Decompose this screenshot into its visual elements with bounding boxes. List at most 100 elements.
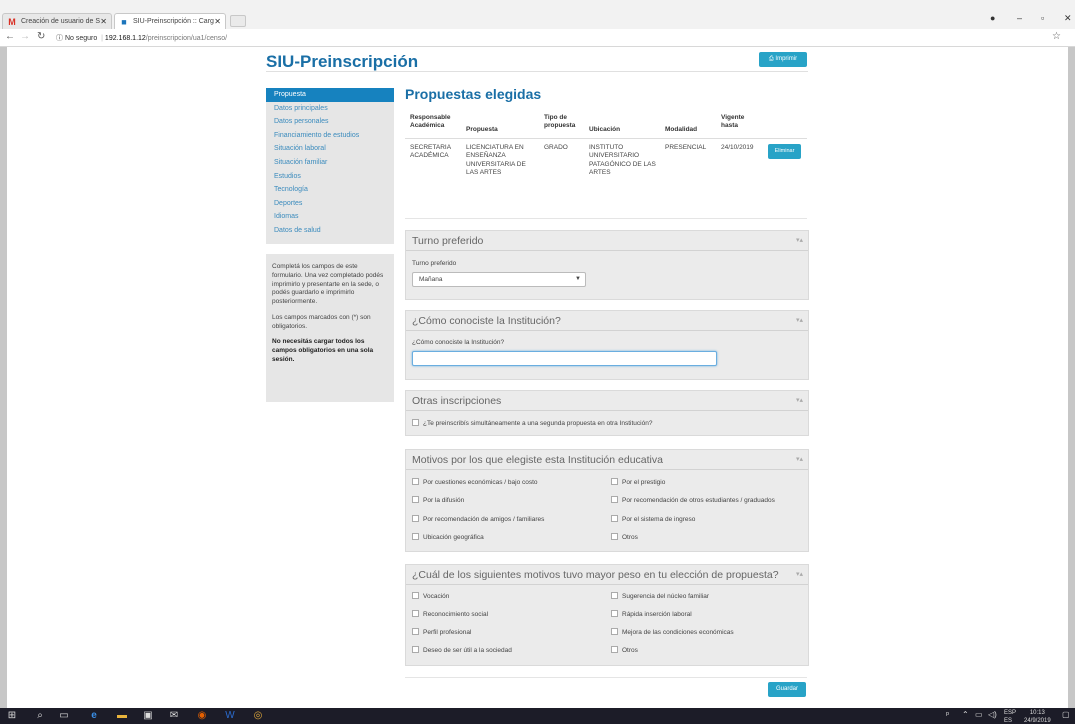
checkbox[interactable] [412, 419, 419, 426]
sidebar-item-tecnologia[interactable]: Tecnología [266, 183, 394, 197]
checkbox[interactable] [611, 592, 618, 599]
sidebar-item-datos-salud[interactable]: Datos de salud [266, 224, 394, 238]
windows-start-icon[interactable]: ⊞ [6, 710, 18, 722]
motivo-option[interactable]: Otros [611, 533, 638, 541]
checkbox[interactable] [412, 628, 419, 635]
firefox-icon[interactable]: ◉ [196, 710, 208, 722]
peso-option[interactable]: Deseo de ser útil a la sociedad [412, 646, 512, 654]
checkbox-label: Ubicación geográfica [423, 534, 484, 541]
motivo-option[interactable]: Por recomendación de otros estudiantes /… [611, 496, 775, 504]
sidebar-item-idiomas[interactable]: Idiomas [266, 210, 394, 224]
turno-field-label: Turno preferido [412, 260, 457, 267]
tab-label: Creación de usuario de S [21, 18, 100, 25]
peso-option[interactable]: Otros [611, 646, 638, 654]
checkbox[interactable] [611, 628, 618, 635]
checkbox[interactable] [611, 496, 618, 503]
collapse-icon[interactable]: ▾▴ [796, 311, 803, 331]
search-icon[interactable]: ⌕ [34, 710, 46, 722]
checkbox-label: Mejora de las condiciones económicas [622, 629, 734, 636]
motivo-option[interactable]: Por el prestigio [611, 478, 665, 486]
volume-icon[interactable]: ◁) [988, 711, 997, 719]
network-icon[interactable]: ▭ [975, 711, 983, 719]
motivo-option[interactable]: Por recomendación de amigos / familiares [412, 515, 544, 523]
chrome-icon[interactable]: ◎ [252, 710, 264, 722]
checkbox[interactable] [611, 515, 618, 522]
url-field[interactable]: ⓘ No seguro | 192.168.1.12/preinscripcio… [56, 33, 227, 43]
info-icon[interactable]: ⓘ [56, 35, 63, 42]
sidebar-item-deportes[interactable]: Deportes [266, 197, 394, 211]
conociste-input[interactable] [412, 351, 717, 366]
sidebar-item-datos-personales[interactable]: Datos personales [266, 115, 394, 129]
motivo-option[interactable]: Por el sistema de ingreso [611, 515, 695, 523]
print-button[interactable]: ⎙ Imprimir [759, 52, 807, 67]
back-icon[interactable]: ← [5, 31, 15, 42]
tray-arrow-icon[interactable]: ⌃ [962, 711, 969, 719]
otras-checkbox-row[interactable]: ¿Te preinscribís simultáneamente a una s… [412, 419, 652, 427]
maximize-icon[interactable]: ▫ [1041, 13, 1044, 23]
peso-option[interactable]: Rápida inserción laboral [611, 610, 692, 618]
panel-title-text: Turno preferido [412, 235, 484, 247]
save-button[interactable]: Guardar [768, 682, 806, 697]
peso-option[interactable]: Mejora de las condiciones económicas [611, 628, 734, 636]
language-indicator[interactable]: ESP ES [1004, 710, 1016, 724]
collapse-icon[interactable]: ▾▴ [796, 565, 803, 585]
checkbox[interactable] [412, 478, 419, 485]
notifications-icon[interactable]: ▢ [1062, 711, 1070, 719]
sidebar-item-propuesta[interactable]: Propuesta [266, 88, 394, 102]
collapse-icon[interactable]: ▾▴ [796, 231, 803, 251]
checkbox[interactable] [412, 592, 419, 599]
close-icon[interactable]: ✕ [214, 14, 221, 29]
checkbox-label: Por el prestigio [622, 479, 666, 486]
printer-icon: ⎙ [768, 56, 774, 62]
checkbox[interactable] [412, 515, 419, 522]
file-explorer-icon[interactable]: ▬ [116, 710, 128, 722]
sidebar-item-estudios[interactable]: Estudios [266, 170, 394, 184]
new-tab-button[interactable] [230, 15, 246, 27]
clock[interactable]: 10:13 24/9/2019 [1024, 710, 1051, 724]
motivos-panel-title: Motivos por los que elegiste esta Instit… [406, 450, 808, 470]
motivo-option[interactable]: Por cuestiones económicas / bajo costo [412, 478, 538, 486]
checkbox[interactable] [412, 610, 419, 617]
bookmark-star-icon[interactable]: ☆ [1052, 31, 1061, 42]
close-icon[interactable]: ✕ [100, 14, 107, 29]
sidebar-item-situacion-laboral[interactable]: Situación laboral [266, 142, 394, 156]
store-icon[interactable]: ▣ [142, 710, 154, 722]
conociste-panel: ¿Cómo conociste la Institución? ▾▴ ¿Cómo… [405, 310, 809, 380]
word-icon[interactable]: W [224, 710, 236, 722]
sidebar-item-financiamiento[interactable]: Financiamiento de estudios [266, 129, 394, 143]
task-view-icon[interactable]: ▭ [58, 710, 70, 722]
forward-icon[interactable]: → [20, 31, 30, 42]
turno-panel: Turno preferido ▾▴ Turno preferido Mañan… [405, 230, 809, 300]
col-header-responsable: Responsable Académica [410, 114, 451, 130]
panel-title-text: Motivos por los que elegiste esta Instit… [412, 454, 663, 466]
peso-option[interactable]: Sugerencia del núcleo familiar [611, 592, 709, 600]
checkbox[interactable] [611, 610, 618, 617]
peso-option[interactable]: Reconocimiento social [412, 610, 488, 618]
checkbox[interactable] [611, 533, 618, 540]
motivo-option[interactable]: Ubicación geográfica [412, 533, 484, 541]
checkbox[interactable] [412, 533, 419, 540]
sidebar-item-datos-principales[interactable]: Datos principales [266, 102, 394, 116]
checkbox[interactable] [611, 646, 618, 653]
motivo-option[interactable]: Por la difusión [412, 496, 464, 504]
reload-icon[interactable]: ↻ [37, 31, 45, 42]
mail-icon[interactable]: ✉ [168, 710, 180, 722]
turno-select[interactable]: Mañana ▼ [412, 272, 586, 287]
profile-icon[interactable]: ● [990, 13, 995, 23]
checkbox[interactable] [412, 646, 419, 653]
info-text: Completá los campos de este formulario. … [272, 263, 384, 306]
checkbox[interactable] [412, 496, 419, 503]
tab-siu[interactable]: ■ SIU-Preinscripción :: Carg ✕ [114, 13, 226, 29]
collapse-icon[interactable]: ▾▴ [796, 450, 803, 470]
checkbox[interactable] [611, 478, 618, 485]
minimize-icon[interactable]: – [1017, 13, 1022, 23]
peso-option[interactable]: Perfil profesional [412, 628, 471, 636]
sidebar-item-situacion-familiar[interactable]: Situación familiar [266, 156, 394, 170]
edge-icon[interactable]: e [88, 710, 100, 722]
tab-gmail[interactable]: M Creación de usuario de S ✕ [2, 13, 112, 29]
remove-proposal-button[interactable]: Eliminar [768, 144, 801, 159]
peso-option[interactable]: Vocación [412, 592, 449, 600]
people-icon[interactable]: ᵖ [946, 711, 949, 719]
window-close-icon[interactable]: ✕ [1064, 13, 1072, 24]
collapse-icon[interactable]: ▾▴ [796, 391, 803, 411]
